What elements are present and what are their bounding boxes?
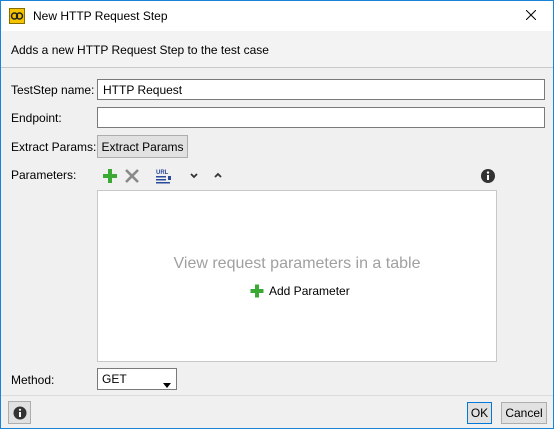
url-icon-text: URL <box>156 170 169 176</box>
endpoint-label: Endpoint: <box>11 111 62 125</box>
teststep-name-label: TestStep name: <box>11 83 95 97</box>
help-button[interactable] <box>8 401 31 424</box>
method-select[interactable]: GET <box>97 368 177 390</box>
add-parameter-label: Add Parameter <box>269 284 350 298</box>
teststep-name-input[interactable] <box>97 79 545 100</box>
parameters-table[interactable]: View request parameters in a table Add P… <box>97 190 497 362</box>
plus-icon[interactable] <box>102 168 118 184</box>
extract-params-button[interactable]: Extract Params <box>97 135 188 158</box>
url-params-icon[interactable]: URL <box>155 167 173 185</box>
chevron-down-icon <box>163 377 171 391</box>
dialog-description: Adds a new HTTP Request Step to the test… <box>11 43 269 57</box>
description-band: Adds a new HTTP Request Step to the test… <box>1 31 553 68</box>
close-button[interactable] <box>509 1 553 31</box>
soapui-app-icon <box>9 8 25 24</box>
cancel-button[interactable]: Cancel <box>501 402 547 424</box>
method-label: Method: <box>11 373 55 387</box>
info-icon <box>13 406 27 420</box>
method-value: GET <box>102 372 127 386</box>
info-icon[interactable] <box>480 168 496 184</box>
endpoint-input[interactable] <box>97 107 545 128</box>
ok-button[interactable]: OK <box>467 402 492 424</box>
dialog-footer: OK Cancel <box>1 395 553 428</box>
close-icon <box>525 9 537 23</box>
chevron-down-icon[interactable] <box>188 169 200 181</box>
form-area: TestStep name: Endpoint: Extract Params:… <box>1 69 553 395</box>
x-icon[interactable] <box>124 168 140 184</box>
window-title: New HTTP Request Step <box>33 9 168 23</box>
plus-icon <box>250 284 264 298</box>
title-bar: New HTTP Request Step <box>1 1 553 31</box>
extract-params-label: Extract Params: <box>11 140 97 154</box>
parameters-empty-message: View request parameters in a table <box>173 255 421 272</box>
parameters-label: Parameters: <box>11 168 77 182</box>
add-parameter-link[interactable]: Add Parameter <box>250 282 350 300</box>
dialog-window: New HTTP Request Step Adds a new HTTP Re… <box>0 0 554 429</box>
chevron-up-icon[interactable] <box>212 169 224 181</box>
